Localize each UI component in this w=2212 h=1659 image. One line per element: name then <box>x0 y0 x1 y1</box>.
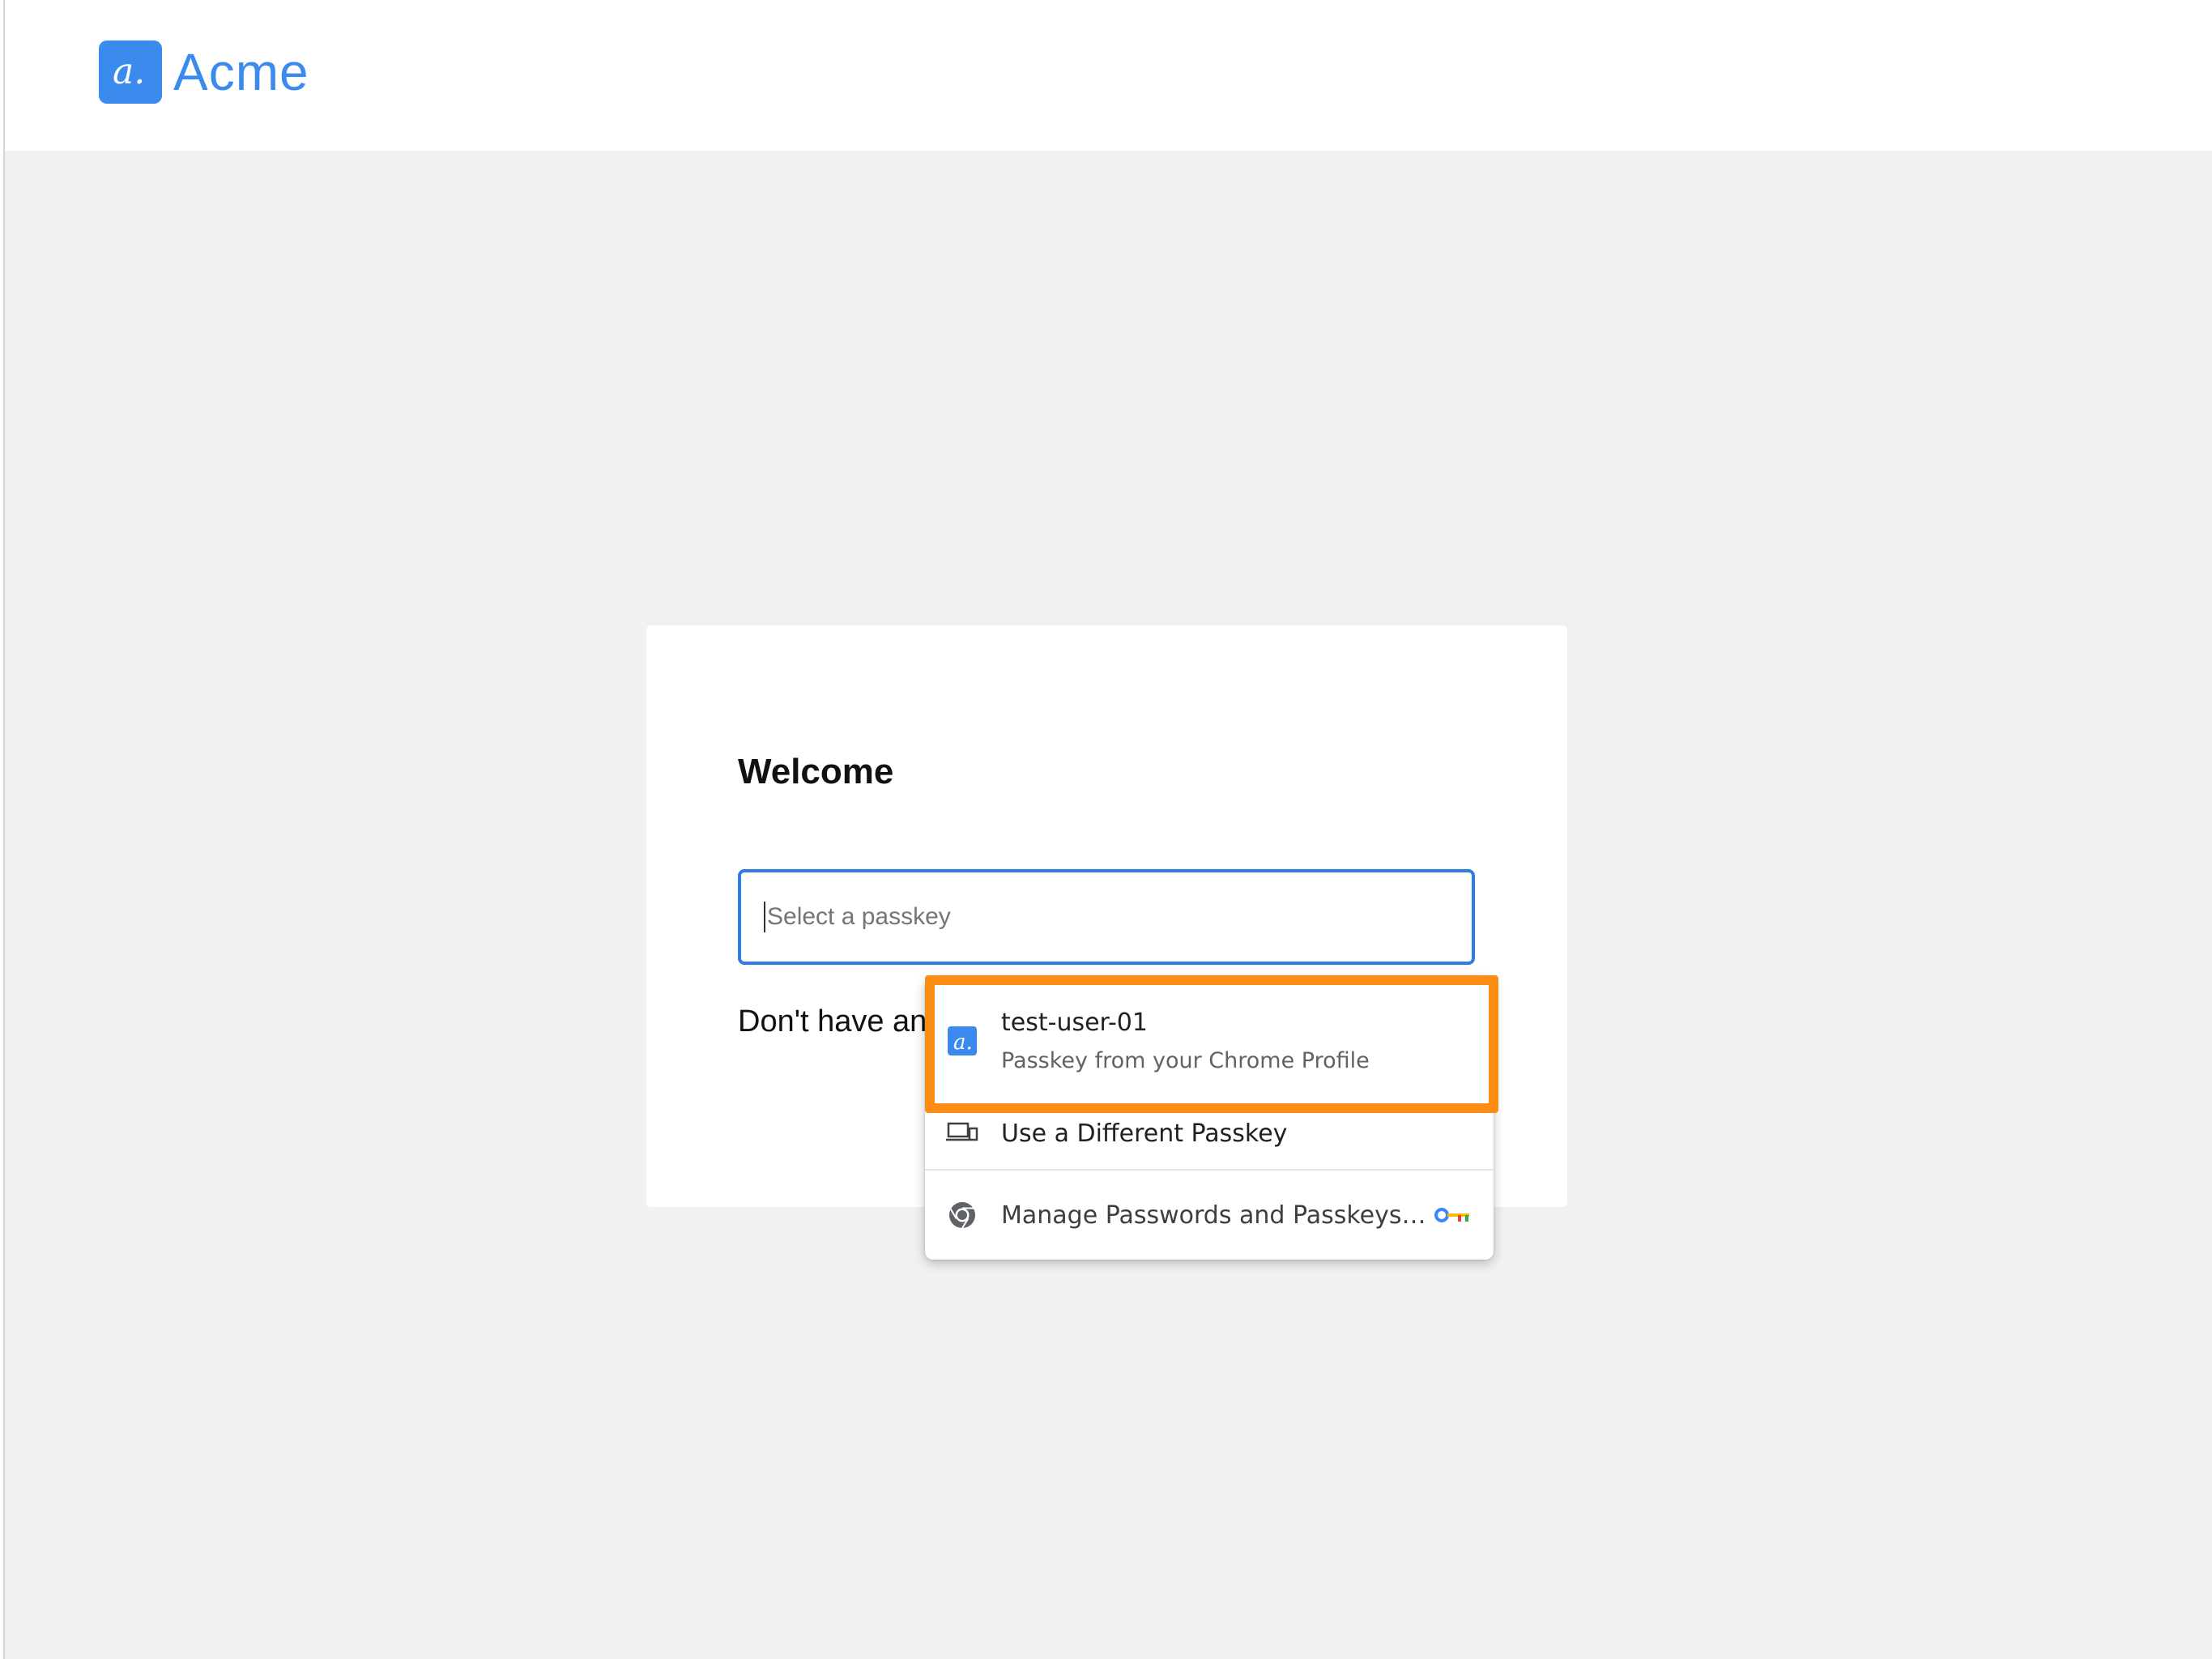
acme-logo-icon: a. <box>946 1025 978 1057</box>
page-title: Welcome <box>738 752 894 791</box>
svg-text:a.: a. <box>953 1030 973 1055</box>
window-edge <box>0 0 5 1659</box>
passkey-source: Passkey from your Chrome Profile <box>1001 1048 1370 1073</box>
password-key-icon <box>1434 1205 1471 1225</box>
chrome-icon <box>946 1199 978 1231</box>
manage-passwords-label: Manage Passwords and Passkeys… <box>1001 1201 1426 1230</box>
manage-passwords-option[interactable]: Manage Passwords and Passkeys… <box>925 1172 1494 1258</box>
site-header: a. Acme <box>5 0 2212 151</box>
devices-icon <box>946 1117 978 1149</box>
brand-name: Acme <box>173 43 309 101</box>
use-different-passkey-option[interactable]: Use a Different Passkey <box>925 1098 1494 1171</box>
use-different-passkey-label: Use a Different Passkey <box>1001 1119 1288 1148</box>
svg-text:a.: a. <box>113 51 145 92</box>
text-caret <box>764 902 765 932</box>
passkey-input[interactable]: Select a passkey <box>738 869 1475 965</box>
signup-prompt: Don't have an <box>738 1004 927 1038</box>
passkey-input-placeholder: Select a passkey <box>767 903 951 930</box>
passkey-username: test-user-01 <box>1001 1009 1148 1037</box>
passkey-option-test-user[interactable]: a. test-user-01 Passkey from your Chrome… <box>925 984 1494 1098</box>
passkey-autofill-dropdown: a. test-user-01 Passkey from your Chrome… <box>925 978 1494 1260</box>
acme-logo-icon: a. <box>99 41 162 104</box>
acme-logo[interactable]: a. Acme <box>99 41 309 104</box>
page: a. Acme Welcome Select a passkey Don't h… <box>0 0 2212 1659</box>
